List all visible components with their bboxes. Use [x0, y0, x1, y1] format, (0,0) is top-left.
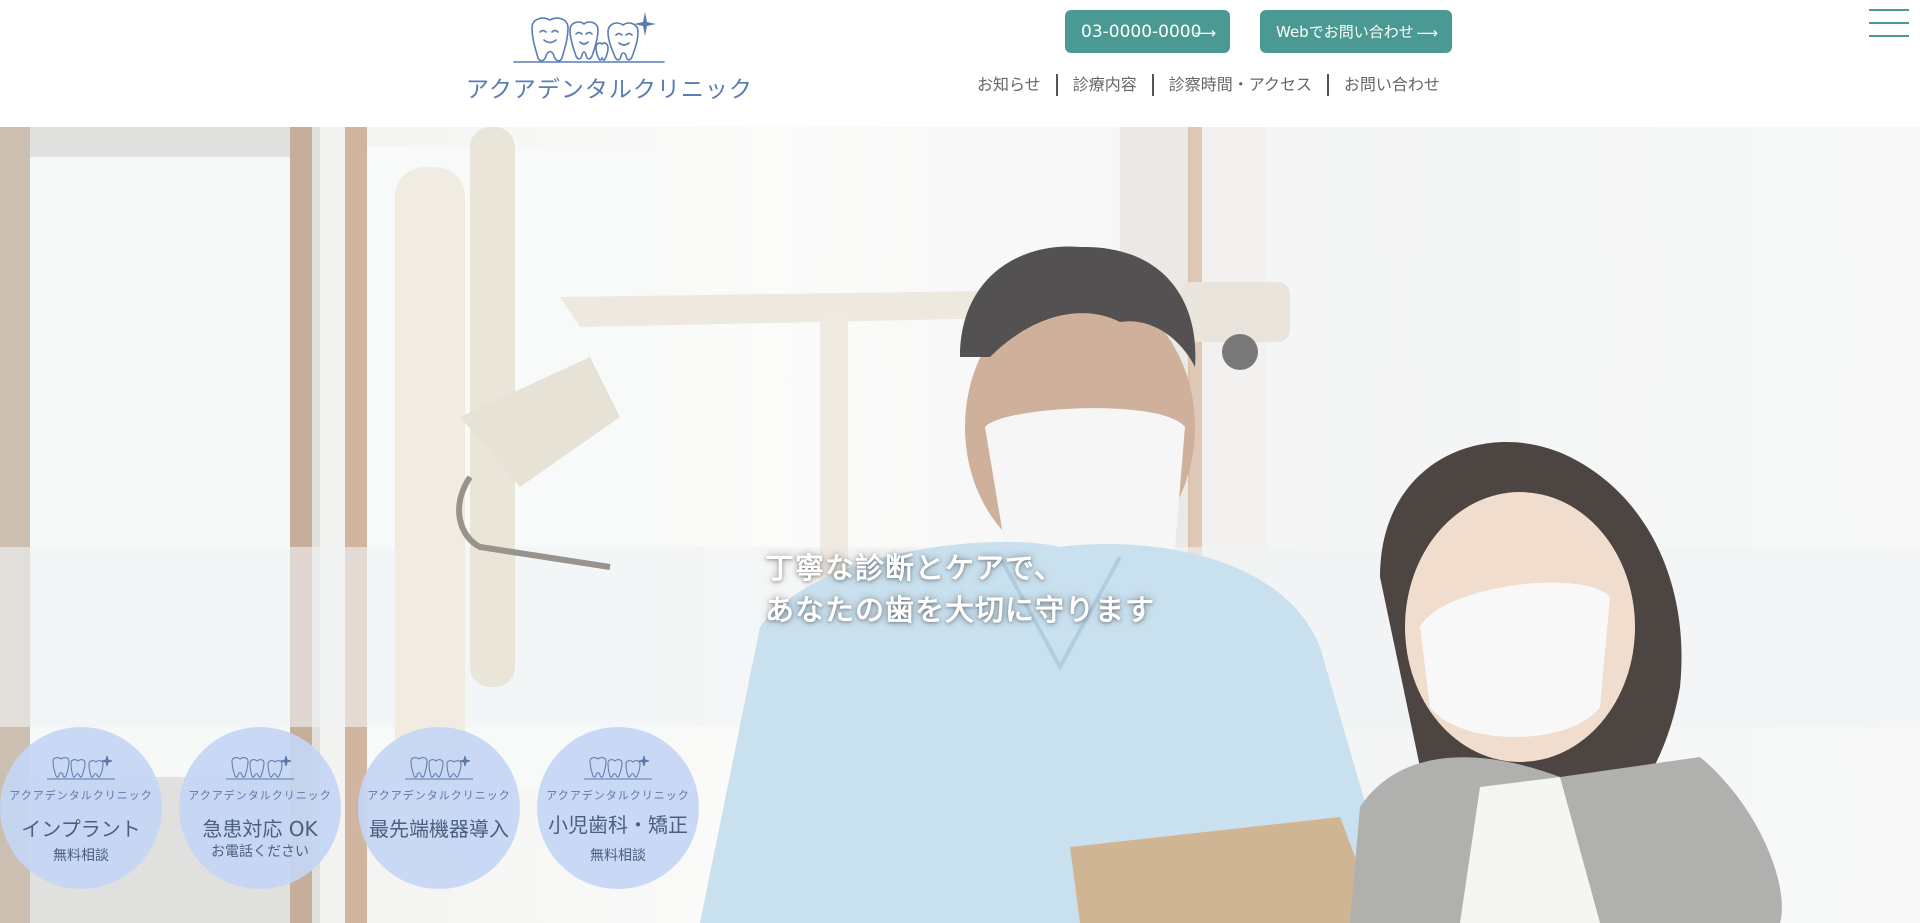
phone-number-label: 03-0000-0000: [1081, 21, 1202, 42]
hero-copy-line2: あなたの歯を大切に守ります: [765, 593, 1156, 627]
badge-emergency[interactable]: アクアデンタルクリニック 急患対応 OK お電話ください: [179, 727, 341, 889]
hero-catchcopy: 丁寧な診断とケアで、 あなたの歯を大切に守ります: [765, 547, 1155, 631]
badge-clinic-name: アクアデンタルクリニック: [546, 789, 690, 802]
badge-clinic-name: アクアデンタルクリニック: [367, 789, 511, 802]
nav-item-news[interactable]: お知らせ: [962, 74, 1056, 96]
clinic-name: アクアデンタルクリニック: [466, 77, 753, 103]
tooth-family-logo-icon: [513, 12, 665, 63]
badge-title: 最先端機器導入: [369, 817, 509, 841]
badge-clinic-name: アクアデンタルクリニック: [9, 789, 153, 802]
global-nav: お知らせ 診療内容 診察時間・アクセス お問い合わせ: [962, 73, 1455, 97]
hero-copy-line1: 丁寧な診断とケアで、: [765, 551, 1064, 585]
web-inquiry-label: Webでお問い合わせ: [1276, 23, 1414, 41]
badge-subtitle: 無料相談: [590, 848, 646, 864]
nav-item-contact[interactable]: お問い合わせ: [1326, 74, 1455, 96]
tooth-family-logo-icon: [47, 755, 115, 780]
badge-implant[interactable]: アクアデンタルクリニック インプラント 無料相談: [0, 727, 162, 889]
nav-item-hours-access[interactable]: 診察時間・アクセス: [1151, 74, 1327, 96]
clinic-logo[interactable]: アクアデンタルクリニック: [466, 10, 752, 103]
badge-subtitle: お電話ください: [211, 844, 309, 860]
tooth-family-logo-icon: [405, 755, 473, 780]
badge-title: 急患対応 OK: [202, 817, 318, 841]
tooth-family-logo-icon: [584, 755, 652, 780]
badge-subtitle: 無料相談: [53, 848, 109, 864]
long-arrow-right-icon: ⟶: [1416, 24, 1438, 42]
nav-item-services[interactable]: 診療内容: [1055, 74, 1152, 96]
badge-advanced-equipment[interactable]: アクアデンタルクリニック 最先端機器導入: [358, 727, 520, 889]
site-header: アクアデンタルクリニック 03-0000-0000 ⟶ Webでお問い合わせ ⟶…: [0, 0, 1920, 127]
long-arrow-right-icon: ⟶: [1194, 24, 1216, 42]
web-inquiry-button[interactable]: Webでお問い合わせ ⟶: [1260, 10, 1452, 53]
badge-title: インプラント: [21, 817, 141, 841]
tooth-family-logo-icon: [226, 755, 294, 780]
badge-clinic-name: アクアデンタルクリニック: [188, 789, 332, 802]
badge-title: 小児歯科・矯正: [548, 813, 688, 837]
badge-pediatric-orthodontics[interactable]: アクアデンタルクリニック 小児歯科・矯正 無料相談: [537, 727, 699, 889]
phone-button[interactable]: 03-0000-0000 ⟶: [1065, 10, 1230, 53]
hamburger-menu-icon[interactable]: [1869, 9, 1909, 39]
